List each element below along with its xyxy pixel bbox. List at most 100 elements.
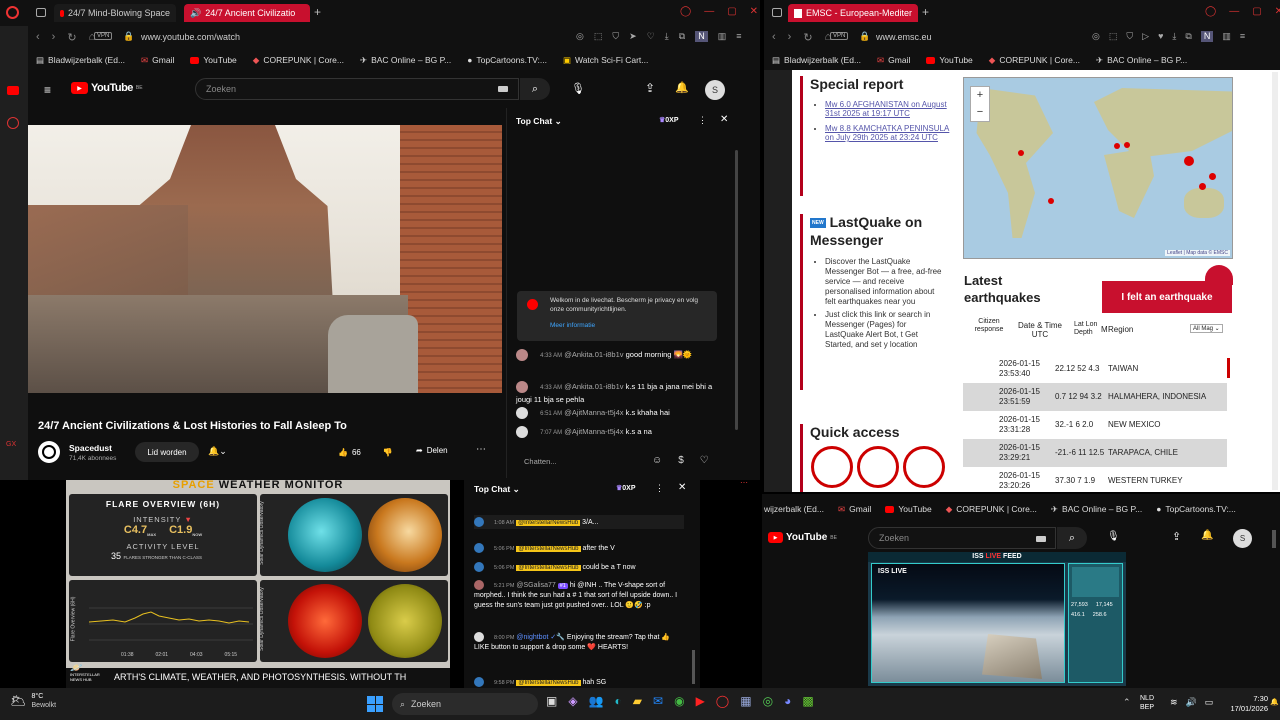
channel-name[interactable]: Spacedust xyxy=(69,443,112,453)
page-scrollbar[interactable] xyxy=(1272,72,1278,490)
camera-icon[interactable]: ◎ xyxy=(1092,31,1100,42)
tray-overflow-icon[interactable]: ⌃ xyxy=(1123,697,1131,708)
back-button[interactable]: ‹ xyxy=(772,31,776,44)
keyboard-icon[interactable] xyxy=(498,86,508,92)
table-row[interactable]: 2026-01-15 23:31:28 32.-1 6 2.0 NEW MEXI… xyxy=(963,411,1227,439)
workspaces-icon[interactable] xyxy=(36,8,46,17)
mag-filter-select[interactable]: All Mag ⌄ xyxy=(1190,324,1223,333)
sidebar-youtube-icon[interactable] xyxy=(7,86,19,95)
keyboard-icon[interactable] xyxy=(1036,536,1046,542)
heart-icon[interactable]: ♡ xyxy=(647,31,655,42)
points-badge[interactable]: ♛0XP xyxy=(659,116,679,124)
zoom-control[interactable]: + − xyxy=(970,86,990,122)
download-app-icon[interactable] xyxy=(903,446,945,488)
file-explorer-icon[interactable]: ▰ xyxy=(633,694,642,708)
special-report-link[interactable]: Mw 6.0 AFGHANISTAN on August 31st 2025 a… xyxy=(825,100,950,118)
maximize-button[interactable]: ▢ xyxy=(727,6,736,17)
workspaces-icon[interactable] xyxy=(772,8,782,17)
bookmark-item[interactable]: ✉ Gmail xyxy=(838,504,871,515)
mic-icon[interactable]: 🎙 xyxy=(571,82,585,95)
seismograph-icon[interactable] xyxy=(811,446,853,488)
start-button[interactable] xyxy=(367,696,383,712)
search-tabs-icon[interactable]: ◯ xyxy=(680,6,691,17)
chat-scrollbar[interactable] xyxy=(735,150,738,430)
bookmark-item[interactable]: ✈ BAC Online – BG P... xyxy=(1096,55,1187,66)
forward-button[interactable]: › xyxy=(788,31,792,44)
avatar[interactable]: S xyxy=(1233,529,1252,548)
send-icon[interactable]: ➤ xyxy=(629,31,637,42)
bookmark-item[interactable]: ✈ BAC Online – BG P... xyxy=(1051,504,1142,515)
quake-marker[interactable] xyxy=(1048,198,1054,204)
sidebar-clock-icon[interactable] xyxy=(7,117,19,129)
chat-mode-selector[interactable]: Top Chat ⌄ xyxy=(516,116,562,127)
youtube-logo[interactable]: ▶ YouTube BE xyxy=(71,82,143,94)
battery-icon[interactable]: ▭ xyxy=(1205,697,1214,708)
col-region[interactable]: Region xyxy=(1108,325,1133,334)
language-indicator[interactable]: NLD BEP xyxy=(1140,694,1154,712)
avatar[interactable]: S xyxy=(705,80,725,100)
minimize-button[interactable]: — xyxy=(704,6,714,17)
shield-icon[interactable]: ⛉ xyxy=(612,31,619,42)
emoji-icon[interactable]: ☺ xyxy=(652,455,662,466)
table-scrollbar[interactable] xyxy=(1227,358,1230,378)
bookmark-item[interactable]: ◆ COREPUNK | Core... xyxy=(253,55,344,66)
youtube-logo[interactable]: ▶ YouTube BE xyxy=(768,532,837,543)
chat-mode-selector[interactable]: Top Chat ⌄ xyxy=(474,484,520,495)
chat-close-icon[interactable]: ✕ xyxy=(720,114,728,125)
like-button[interactable]: 👍 66 👎 xyxy=(330,442,422,462)
vpn-badge[interactable]: VPN xyxy=(830,32,849,40)
share-button[interactable]: ➦ Delen xyxy=(416,446,448,455)
sidebar-icon[interactable]: ▥ xyxy=(718,31,727,42)
table-row[interactable]: 2026-01-15 23:29:21 -21.-6 11 12.5 TARAP… xyxy=(963,439,1227,467)
chat-close-icon[interactable]: ✕ xyxy=(678,482,686,493)
super-chat-icon[interactable]: $ xyxy=(678,455,684,466)
download-icon[interactable]: ⤓ xyxy=(1172,31,1176,42)
bookmark-item[interactable]: ▤ Bladwijzerbalk (Ed... xyxy=(772,55,861,66)
reload-button[interactable]: ↻ xyxy=(67,31,76,44)
video-player[interactable] xyxy=(28,125,502,393)
felt-earthquake-button[interactable]: I felt an earthquake xyxy=(1102,281,1232,313)
tab-emsc[interactable]: EMSC - European-Mediter xyxy=(788,4,918,22)
url-text[interactable]: www.emsc.eu xyxy=(876,32,932,42)
notification-bell-icon[interactable]: 🔔 xyxy=(1270,698,1279,706)
heart-react-icon[interactable]: ♡ xyxy=(700,455,709,466)
taskbar-search[interactable]: ⌕ Zoeken xyxy=(392,693,538,715)
map-attribution[interactable]: Leaflet | Map data © EMSC xyxy=(1165,250,1230,256)
vpn-badge[interactable]: VPN xyxy=(94,32,113,40)
bookmark-item[interactable]: wijzerbalk (Ed... xyxy=(764,504,824,514)
col-latlon[interactable]: Lat Lon Depth xyxy=(1074,321,1100,339)
bookmark-item[interactable]: YouTube xyxy=(926,55,973,65)
search-tabs-icon[interactable]: ◯ xyxy=(1205,6,1216,17)
outlook-icon[interactable]: ✉ xyxy=(653,694,663,708)
chat-options-icon[interactable]: ⋮ xyxy=(655,483,664,494)
thumbs-down-icon[interactable]: 👎 xyxy=(383,448,393,457)
bookmark-item[interactable]: YouTube xyxy=(190,55,237,65)
calculator-icon[interactable]: ▦ xyxy=(740,694,751,708)
mic-icon[interactable]: 🎙 xyxy=(1107,531,1120,542)
profile-n-icon[interactable]: N xyxy=(1200,31,1214,42)
col-mag[interactable]: M xyxy=(1101,325,1108,334)
profile-n-icon[interactable]: N xyxy=(695,31,708,42)
close-button[interactable]: ✕ xyxy=(750,6,758,17)
forward-button[interactable]: › xyxy=(52,31,56,44)
chrome-icon[interactable]: ◉ xyxy=(674,694,684,708)
upload-icon[interactable]: ⇪ xyxy=(1172,530,1181,543)
search-button[interactable]: ⌕ xyxy=(1057,527,1087,549)
bookmark-item[interactable]: ✈ BAC Online – BG P... xyxy=(360,55,451,66)
col-datetime[interactable]: Date & Time UTC xyxy=(1014,321,1066,339)
quake-marker[interactable] xyxy=(1124,142,1130,148)
camera-icon[interactable]: ◎ xyxy=(576,31,584,42)
extensions-icon[interactable]: ⧉ xyxy=(1185,31,1191,42)
new-tab-button[interactable]: + xyxy=(922,5,929,19)
maximize-button[interactable]: ▢ xyxy=(1252,6,1261,17)
edge-icon[interactable]: ◐ xyxy=(615,694,622,708)
bookmark-item[interactable]: YouTube xyxy=(885,504,932,514)
bookmark-item[interactable]: ✉ Gmail xyxy=(877,55,910,66)
search-button[interactable]: ⌕ xyxy=(520,78,550,100)
back-button[interactable]: ‹ xyxy=(36,31,40,44)
iss-video-player[interactable]: ISS LIVE FEED ISS LIVE 27,593 17,145 416… xyxy=(868,552,1126,686)
points-badge[interactable]: ♛0XP xyxy=(616,484,636,492)
game-icon[interactable]: ▩ xyxy=(802,694,813,708)
quake-marker[interactable] xyxy=(1114,143,1120,149)
wifi-icon[interactable]: ≋ xyxy=(1170,697,1178,708)
